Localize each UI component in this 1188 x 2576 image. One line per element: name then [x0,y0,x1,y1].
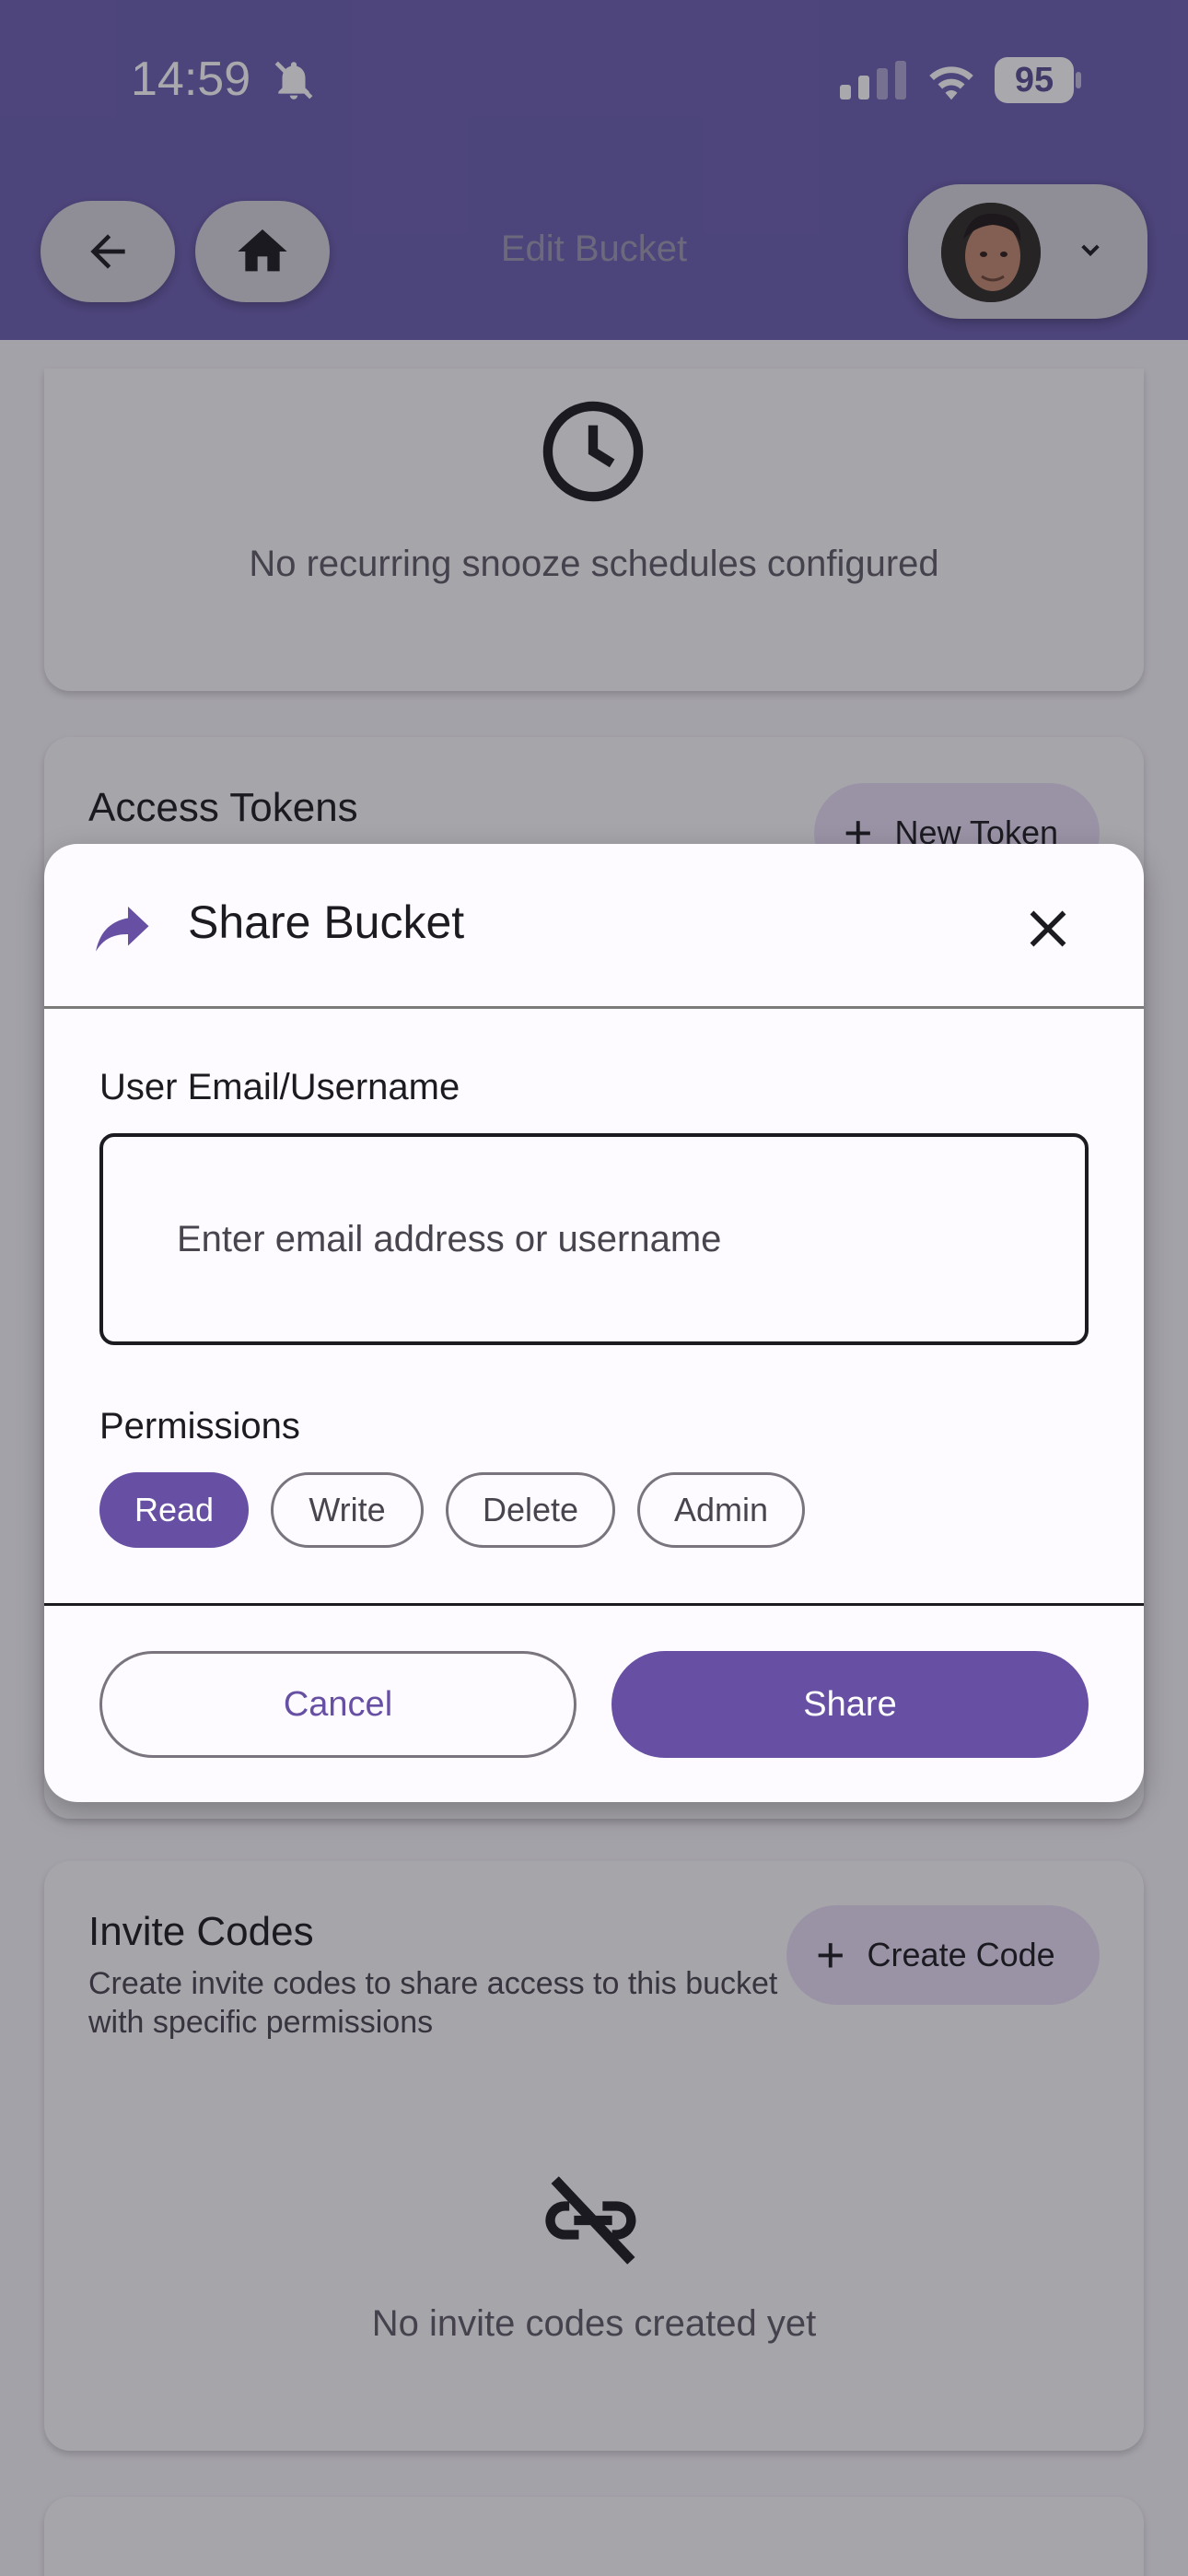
email-field[interactable] [99,1133,1089,1345]
dialog-title: Share Bucket [188,896,465,948]
chip-label: Read [134,1491,215,1528]
permission-chip-write[interactable]: Write [271,1472,424,1548]
share-arrow-icon [96,907,149,952]
permission-chip-delete[interactable]: Delete [446,1472,615,1548]
close-icon[interactable] [1020,901,1076,956]
cancel-button[interactable]: Cancel [99,1651,577,1758]
chip-label: Admin [673,1491,769,1528]
share-bucket-dialog: Share Bucket User Email/Username Permiss… [44,844,1144,1802]
footer-divider [44,1603,1144,1606]
share-button[interactable]: Share [611,1651,1089,1758]
header-divider [44,1006,1144,1009]
email-field-label: User Email/Username [99,1067,460,1107]
modal-scrim-top [0,0,1188,340]
permissions-label: Permissions [99,1406,300,1446]
chip-label: Delete [482,1491,579,1528]
cancel-label: Cancel [283,1684,393,1724]
chip-label: Write [309,1491,386,1528]
share-label: Share [803,1684,897,1724]
permission-chip-admin[interactable]: Admin [637,1472,805,1548]
email-input[interactable] [177,1137,1061,1341]
permission-chip-read[interactable]: Read [99,1472,249,1548]
edit-bucket-screen: 14:59 95 Edit Bucket No recurring snooze… [0,0,1188,2576]
